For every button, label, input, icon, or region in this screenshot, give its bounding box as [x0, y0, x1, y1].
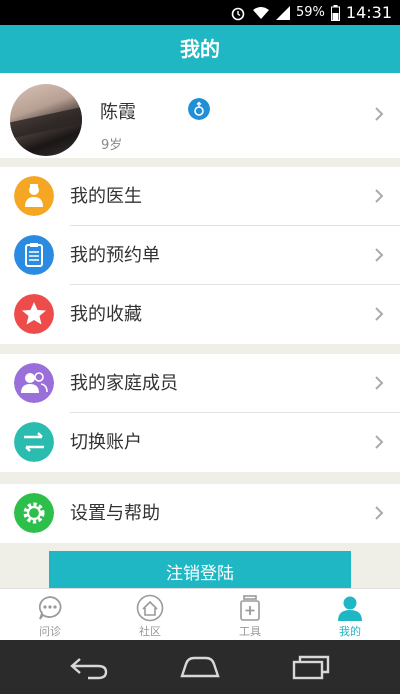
- switch-icon: [14, 422, 54, 462]
- tab-consult[interactable]: 问诊: [0, 589, 100, 641]
- chevron-right-icon: [375, 506, 384, 520]
- menu-item-settings-help[interactable]: 设置与帮助: [0, 484, 400, 543]
- status-bar: 59% 14:31: [0, 0, 400, 25]
- clock: 14:31: [345, 3, 392, 22]
- chevron-right-icon: [375, 435, 384, 449]
- tab-label: 工具: [239, 625, 261, 638]
- alarm-icon: [231, 7, 245, 20]
- star-icon: [14, 294, 54, 334]
- tab-tools[interactable]: 工具: [200, 589, 300, 641]
- menu-item-label: 我的预约单: [70, 245, 160, 266]
- back-icon[interactable]: [68, 654, 110, 680]
- tab-community[interactable]: 社区: [100, 589, 200, 641]
- home-button-icon[interactable]: [178, 654, 222, 680]
- battery-percent: 59%: [295, 5, 325, 20]
- menu-item-my-favorites[interactable]: 我的收藏: [0, 285, 400, 344]
- menu-item-label: 我的医生: [70, 186, 142, 207]
- home-icon: [136, 594, 164, 622]
- person-icon: [338, 596, 362, 621]
- doctor-icon: [14, 176, 54, 216]
- bottom-nav: 问诊 社区 工具 我的: [0, 588, 400, 640]
- chevron-right-icon: [375, 189, 384, 203]
- wifi-icon: [252, 6, 269, 19]
- battery-icon: [330, 4, 340, 21]
- menu-item-switch-account[interactable]: 切换账户: [0, 413, 400, 472]
- system-nav-bar: [0, 640, 400, 694]
- avatar[interactable]: [10, 84, 82, 156]
- chevron-right-icon: [375, 307, 384, 321]
- menu-item-label: 我的家庭成员: [70, 373, 178, 394]
- menu-item-family-members[interactable]: 我的家庭成员: [0, 354, 400, 413]
- menu-item-label: 我的收藏: [70, 304, 142, 325]
- chevron-right-icon: [375, 376, 384, 390]
- menu-item-my-doctor[interactable]: 我的医生: [0, 167, 400, 226]
- chat-icon: [38, 596, 62, 620]
- chevron-right-icon: [375, 107, 384, 121]
- clipboard-icon: [14, 235, 54, 275]
- logout-button[interactable]: 注销登陆: [49, 551, 351, 591]
- tab-label: 问诊: [39, 625, 61, 638]
- menu-item-label: 切换账户: [70, 432, 142, 453]
- gear-icon: [14, 493, 54, 533]
- tab-label: 我的: [339, 625, 361, 638]
- tab-mine[interactable]: 我的: [300, 589, 400, 641]
- chevron-right-icon: [375, 248, 384, 262]
- menu-item-my-appointments[interactable]: 我的预约单: [0, 226, 400, 285]
- menu-item-label: 设置与帮助: [70, 503, 160, 524]
- male-icon: [188, 98, 210, 120]
- signal-icon: [275, 5, 290, 20]
- page-title: 我的: [0, 25, 400, 73]
- recent-apps-icon[interactable]: [290, 654, 332, 680]
- profile-name: 陈霞: [100, 102, 136, 123]
- profile-age: 9岁: [101, 138, 123, 153]
- tab-label: 社区: [139, 625, 161, 638]
- family-icon: [14, 363, 54, 403]
- tool-icon: [240, 595, 260, 621]
